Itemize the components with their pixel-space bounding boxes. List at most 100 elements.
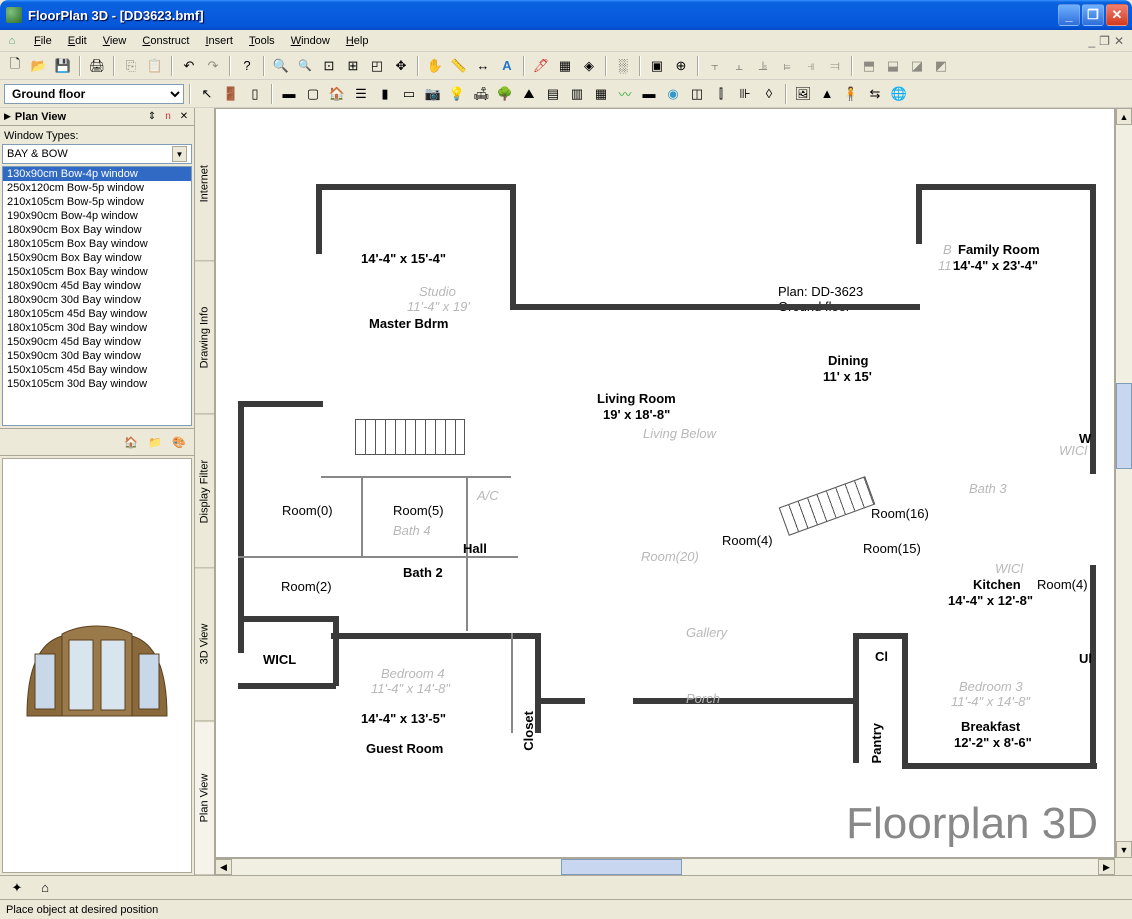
wall-icon[interactable]: ▬ (278, 83, 300, 105)
folder-icon[interactable]: 📁 (146, 433, 164, 451)
dimension-icon[interactable]: ↔ (472, 55, 494, 77)
zoom-in-icon[interactable]: 🔍 (270, 55, 292, 77)
tool-icon-1[interactable]: ✦ (6, 877, 28, 899)
snap-icon[interactable]: ▣ (646, 55, 668, 77)
menu-help[interactable]: Help (338, 33, 377, 49)
align-right-icon[interactable]: ⫡ (752, 55, 774, 77)
globe-icon[interactable]: 🌐 (888, 83, 910, 105)
vtab-display-filter[interactable]: Display Filter (195, 415, 214, 568)
scroll-right-icon[interactable]: ▶ (1098, 859, 1115, 875)
text-icon[interactable]: A (496, 55, 518, 77)
fence-icon[interactable]: ⫿ (710, 83, 732, 105)
save-icon[interactable]: 💾 (52, 55, 74, 77)
help-icon[interactable]: ? (236, 55, 258, 77)
menu-edit[interactable]: Edit (60, 33, 95, 49)
slab-icon[interactable]: ◫ (686, 83, 708, 105)
materials-icon[interactable]: ◈ (578, 55, 600, 77)
vertical-scrollbar[interactable]: ▲ ▼ (1115, 108, 1132, 858)
road-icon[interactable]: ▬ (638, 83, 660, 105)
list-item[interactable]: 150x90cm 45d Bay window (3, 335, 191, 349)
align-middle-icon[interactable]: ⫣ (800, 55, 822, 77)
menu-window[interactable]: Window (283, 33, 338, 49)
menu-file[interactable]: File (26, 33, 60, 49)
list-item[interactable]: 190x90cm Bow-4p window (3, 209, 191, 223)
column-icon[interactable]: ▮ (374, 83, 396, 105)
minimize-button[interactable]: _ (1058, 4, 1080, 26)
list-item[interactable]: 150x105cm Box Bay window (3, 265, 191, 279)
list-item[interactable]: 130x90cm Bow-4p window (3, 167, 191, 181)
window-types-combo[interactable]: BAY & BOW ▼ (2, 144, 192, 164)
opening-icon[interactable]: ◊ (758, 83, 780, 105)
pan-icon[interactable]: ✥ (390, 55, 412, 77)
railing-icon[interactable]: ⊪ (734, 83, 756, 105)
align-left-icon[interactable]: ⫟ (704, 55, 726, 77)
bring-front-icon[interactable]: ◪ (906, 55, 928, 77)
grid-icon[interactable]: ░ (612, 55, 634, 77)
deck-icon[interactable]: ▤ (542, 83, 564, 105)
zoom-window-icon[interactable]: ⊡ (318, 55, 340, 77)
stairs-icon[interactable]: ☰ (350, 83, 372, 105)
zoom-previous-icon[interactable]: ◰ (366, 55, 388, 77)
list-item[interactable]: 250x120cm Bow-5p window (3, 181, 191, 195)
panel-marker-icon[interactable]: n (162, 111, 174, 122)
photo-icon[interactable]: ▲ (816, 83, 838, 105)
close-button[interactable]: ✕ (1106, 4, 1128, 26)
maximize-button[interactable]: ❐ (1082, 4, 1104, 26)
mdi-restore-button[interactable]: ❐ (1099, 34, 1110, 48)
ortho-icon[interactable]: ⊕ (670, 55, 692, 77)
roof-icon[interactable]: 🏠 (326, 83, 348, 105)
hand-icon[interactable]: ✋ (424, 55, 446, 77)
walkthrough-icon[interactable]: 🧍 (840, 83, 862, 105)
paste-icon[interactable]: 📋 (144, 55, 166, 77)
list-item[interactable]: 180x105cm 45d Bay window (3, 307, 191, 321)
align-top-icon[interactable]: ⫢ (776, 55, 798, 77)
floor-icon[interactable]: ▦ (590, 83, 612, 105)
list-item[interactable]: 150x90cm Box Bay window (3, 251, 191, 265)
menu-construct[interactable]: Construct (134, 33, 197, 49)
light-icon[interactable]: 💡 (446, 83, 468, 105)
properties-icon[interactable]: 🏠 (122, 433, 140, 451)
list-item[interactable]: 210x105cm Bow-5p window (3, 195, 191, 209)
floor-selector[interactable]: Ground floor (4, 84, 184, 104)
furniture-icon[interactable]: 🛋 (470, 83, 492, 105)
render-icon[interactable]: 🖼 (792, 83, 814, 105)
drawing-canvas[interactable]: Plan: DD-3623 Ground floor (215, 108, 1115, 858)
scroll-down-icon[interactable]: ▼ (1116, 841, 1132, 858)
mdi-minimize-button[interactable]: _ (1088, 34, 1095, 48)
terrain-icon[interactable]: ⛰ (518, 83, 540, 105)
beam-icon[interactable]: ▭ (398, 83, 420, 105)
group-icon[interactable]: ⬒ (858, 55, 880, 77)
path-icon[interactable]: 〰 (614, 83, 636, 105)
door-icon[interactable]: 🚪 (220, 83, 242, 105)
menu-tools[interactable]: Tools (241, 33, 283, 49)
list-item[interactable]: 180x90cm Box Bay window (3, 223, 191, 237)
select-icon[interactable]: ↖ (196, 83, 218, 105)
zoom-extents-icon[interactable]: ⊞ (342, 55, 364, 77)
copy-icon[interactable]: ⎘ (120, 55, 142, 77)
open-file-icon[interactable]: 📂 (28, 55, 50, 77)
marker-icon[interactable]: 🖊 (530, 55, 552, 77)
panel-pin-icon[interactable]: ⇕ (146, 111, 158, 122)
print-icon[interactable]: 🖨 (86, 55, 108, 77)
align-bottom-icon[interactable]: ⫤ (824, 55, 846, 77)
window-types-list[interactable]: 130x90cm Bow-4p window250x120cm Bow-5p w… (2, 166, 192, 426)
send-back-icon[interactable]: ◩ (930, 55, 952, 77)
window-icon[interactable]: ▯ (244, 83, 266, 105)
list-item[interactable]: 180x105cm Box Bay window (3, 237, 191, 251)
align-center-icon[interactable]: ⫠ (728, 55, 750, 77)
vtab-internet[interactable]: Internet (195, 108, 214, 261)
ceiling-icon[interactable]: ▥ (566, 83, 588, 105)
chevron-down-icon[interactable]: ▼ (172, 146, 187, 162)
plant-icon[interactable]: 🌳 (494, 83, 516, 105)
vtab-3d-view[interactable]: 3D View (195, 568, 214, 721)
layers-icon[interactable]: ▦ (554, 55, 576, 77)
menu-view[interactable]: View (95, 33, 135, 49)
measure-icon[interactable]: 📏 (448, 55, 470, 77)
ungroup-icon[interactable]: ⬓ (882, 55, 904, 77)
menu-insert[interactable]: Insert (197, 33, 241, 49)
horizontal-scrollbar[interactable]: ◀ ▶ (215, 858, 1115, 875)
panel-expand-icon[interactable]: ▶ (4, 111, 11, 122)
list-item[interactable]: 180x90cm 30d Bay window (3, 293, 191, 307)
list-item[interactable]: 150x105cm 30d Bay window (3, 377, 191, 391)
scroll-left-icon[interactable]: ◀ (215, 859, 232, 875)
